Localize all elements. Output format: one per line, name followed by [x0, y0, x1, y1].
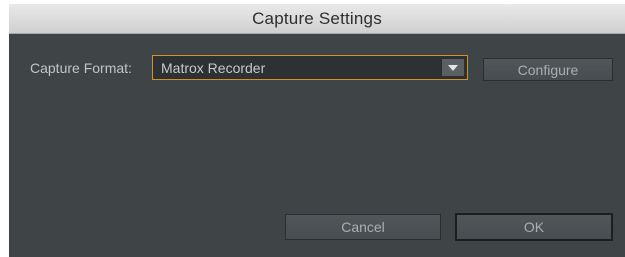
dialog-titlebar[interactable]: Capture Settings	[9, 4, 625, 34]
configure-button-label: Configure	[517, 61, 579, 78]
chevron-down-icon[interactable]	[441, 59, 464, 76]
capture-settings-dialog: Capture Settings Capture Format: Matrox …	[9, 4, 625, 257]
capture-format-dropdown[interactable]: Matrox Recorder	[152, 55, 468, 80]
configure-button[interactable]: Configure	[483, 58, 613, 81]
cancel-button-label: Cancel	[341, 219, 385, 235]
ok-button[interactable]: OK	[455, 213, 613, 241]
cancel-button[interactable]: Cancel	[285, 214, 441, 240]
dialog-title: Capture Settings	[252, 8, 382, 28]
screen: Capture Settings Capture Format: Matrox …	[0, 0, 625, 257]
capture-format-value: Matrox Recorder	[161, 59, 266, 76]
ok-button-label: OK	[523, 219, 545, 235]
capture-format-label: Capture Format:	[30, 60, 132, 76]
